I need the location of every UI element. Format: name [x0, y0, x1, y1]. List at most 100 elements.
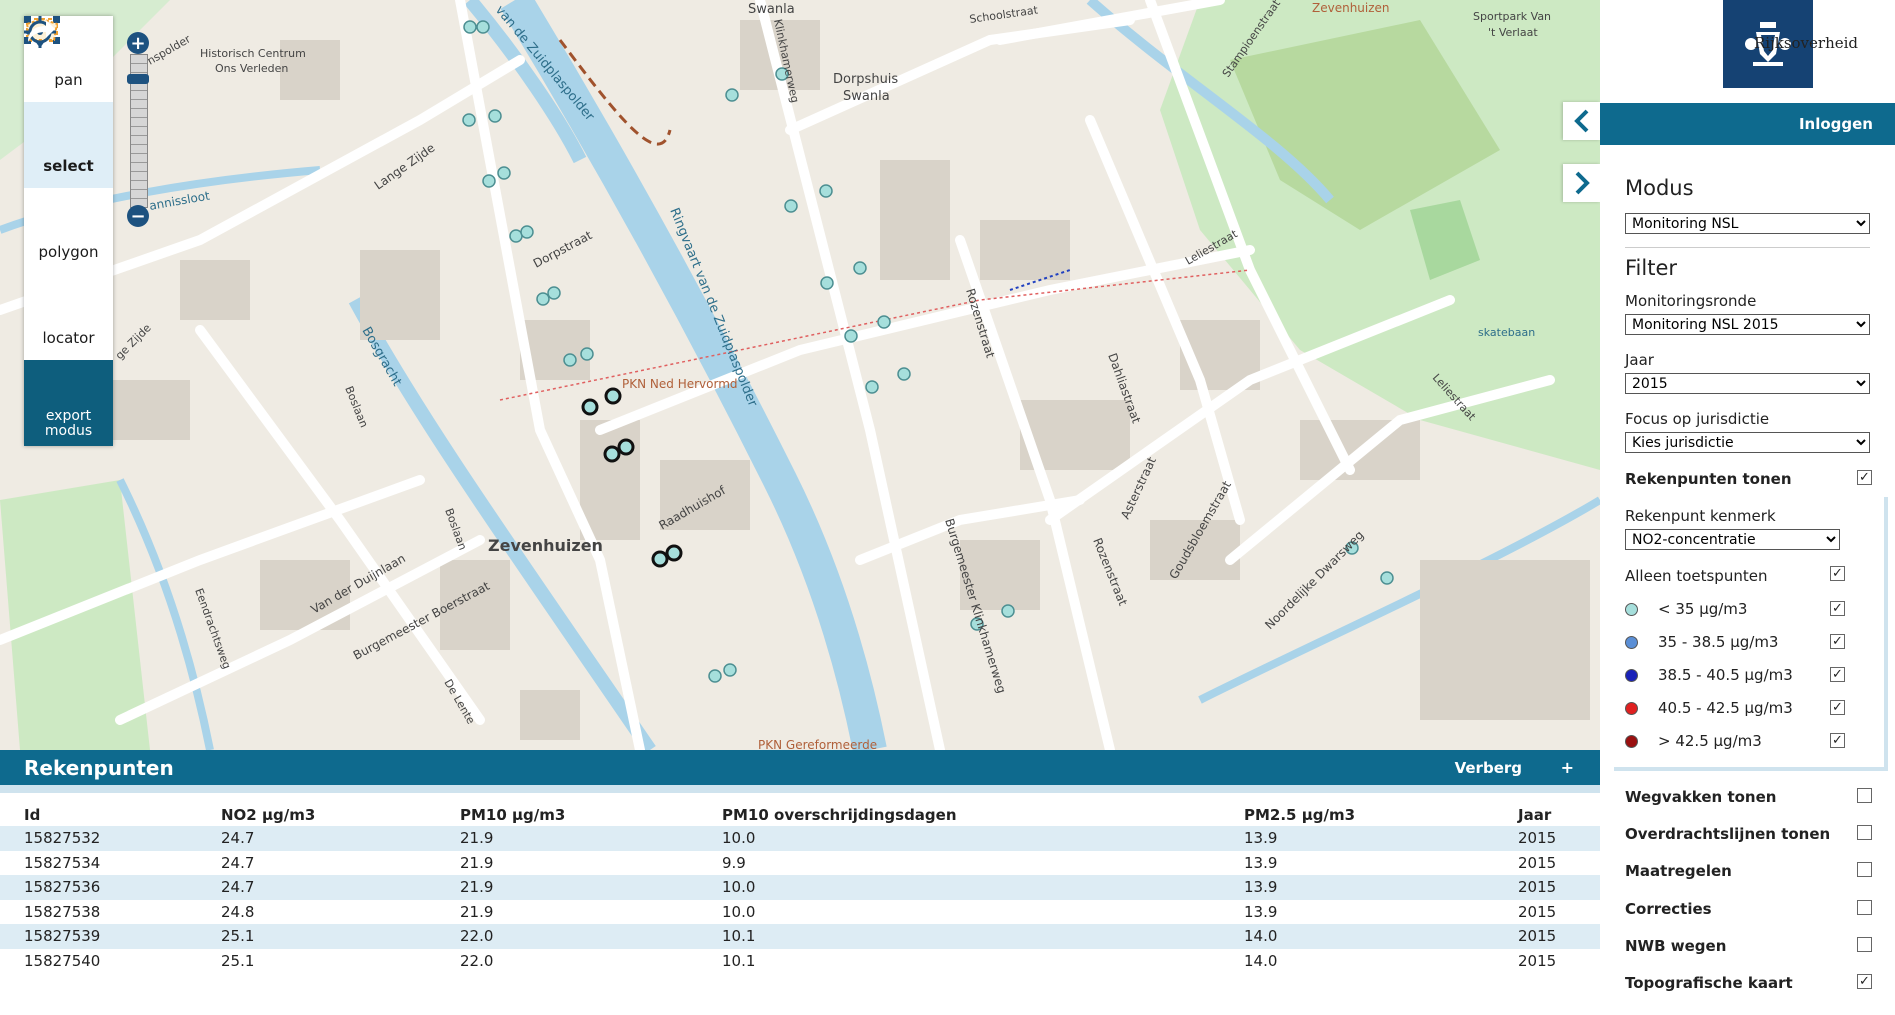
table-cell: 9.9	[722, 853, 746, 872]
results-subbar	[0, 785, 1600, 793]
table-row[interactable]: 15827538 24.8 21.9 10.0 13.9 2015	[0, 900, 1600, 925]
legend-checkbox[interactable]: ✓	[1830, 667, 1845, 682]
table-header-row: Id NO2 µg/m3 PM10 µg/m3 PM10 overschrijd…	[0, 804, 1600, 826]
column-header[interactable]: Jaar	[1494, 804, 1600, 826]
polygon-label: polygon	[38, 243, 99, 261]
layer-checkbox[interactable]	[1857, 825, 1872, 841]
locator-label: locator	[42, 329, 95, 347]
hide-button[interactable]: Verberg	[1455, 759, 1522, 777]
table-cell: 24.7	[197, 826, 436, 851]
svg-text:Boslaan: Boslaan	[342, 384, 370, 429]
polygon-tool[interactable]: polygon	[24, 17, 113, 274]
zoom-out-button[interactable]: −	[127, 205, 149, 227]
table-row[interactable]: 15827539 25.1 22.0 10.1 14.0 2015	[0, 924, 1600, 949]
svg-text:Historisch Centrum: Historisch Centrum	[200, 47, 306, 60]
svg-text:Schoolstraat: Schoolstraat	[969, 3, 1040, 26]
legend-dot	[1625, 636, 1638, 649]
svg-text:nspolder: nspolder	[145, 32, 193, 67]
table-cell: 21.9	[460, 902, 494, 921]
monitoringsronde-select[interactable]: Monitoring NSL 2015	[1625, 314, 1870, 335]
layer-checkbox[interactable]	[1857, 788, 1872, 803]
zoom-in-button[interactable]: +	[127, 32, 149, 54]
select-tool[interactable]: select	[24, 16, 113, 188]
table-row[interactable]: 15827540 25.1 22.0 10.1 14.0 2015	[0, 949, 1600, 974]
svg-text:Eendrachtsweg: Eendrachtsweg	[192, 587, 233, 671]
svg-text:Dorpshuis: Dorpshuis	[833, 72, 898, 87]
sidebar: Rijksoverheid Inloggen Modus Monitoring …	[1600, 0, 1895, 1015]
collapse-left-button[interactable]	[1563, 102, 1600, 140]
locator-tool[interactable]: locator	[24, 16, 113, 360]
table-cell: 24.7	[197, 875, 436, 900]
table-cell: 13.9	[1244, 902, 1278, 921]
table-row[interactable]: 15827534 24.7 21.9 9.9 13.9 2015	[0, 851, 1600, 876]
rekenpunt-kenmerk-select[interactable]: NO2-concentratie	[1625, 529, 1840, 550]
monitoringsronde-label: Monitoringsronde	[1625, 292, 1757, 310]
collapse-right-button[interactable]	[1563, 164, 1600, 202]
map-view[interactable]: Zevenhuizen Zevenhuizen Swanla Dorpshuis…	[0, 0, 1600, 750]
login-button[interactable]: Inloggen	[1600, 103, 1895, 145]
rekenpunten-tonen-checkbox[interactable]: ✓	[1857, 470, 1872, 485]
column-header[interactable]: PM10 µg/m3	[436, 804, 698, 826]
filter-heading: Filter	[1625, 256, 1678, 280]
layer-label: Wegvakken tonen	[1625, 788, 1777, 806]
legend-label: 38.5 - 40.5 µg/m3	[1658, 666, 1793, 684]
layer-label: Maatregelen	[1625, 862, 1732, 881]
export-mode-tool[interactable]: export modus	[24, 20, 113, 446]
layer-label: Overdrachtslijnen tonen	[1625, 825, 1831, 844]
chevron-right-icon	[1575, 171, 1590, 195]
zoom-slider-handle[interactable]	[127, 74, 149, 84]
column-header[interactable]: PM2.5 µg/m3	[1220, 804, 1494, 826]
layer-checkbox[interactable]	[1857, 936, 1872, 952]
map-canvas[interactable]: Zevenhuizen Zevenhuizen Swanla Dorpshuis…	[0, 0, 1600, 750]
jaar-label: Jaar	[1625, 351, 1654, 369]
legend-dot	[1625, 702, 1638, 715]
layer-label: NWB wegen	[1625, 936, 1727, 955]
column-header[interactable]: PM10 overschrijdingsdagen	[698, 804, 1220, 826]
table-row[interactable]: 15827532 24.7 21.9 10.0 13.9 2015	[0, 826, 1600, 851]
table-cell: 10.1	[722, 951, 756, 970]
table-cell: 2015	[1518, 853, 1557, 872]
focus-select[interactable]: Kies jurisdictie	[1625, 432, 1870, 453]
legend-checkbox[interactable]: ✓	[1830, 634, 1845, 649]
layer-checkbox[interactable]	[1857, 899, 1872, 915]
table-cell: 2015	[1518, 951, 1557, 970]
alleen-toetspunten-label: Alleen toetspunten	[1625, 567, 1768, 585]
logo-text: Rijksoverheid	[1754, 34, 1859, 52]
table-cell: 13.9	[1220, 875, 1494, 900]
svg-text:'t Verlaat: 't Verlaat	[1488, 26, 1538, 39]
legend-checkbox[interactable]: ✓	[1830, 700, 1845, 715]
legend-checkbox[interactable]: ✓	[1830, 601, 1845, 616]
svg-text:ge Zijde: ge Zijde	[113, 321, 154, 362]
legend-dot	[1625, 603, 1638, 616]
legend-label: 35 - 38.5 µg/m3	[1658, 633, 1779, 651]
legend-checkbox[interactable]: ✓	[1830, 733, 1845, 748]
focus-label: Focus op jurisdictie	[1625, 410, 1770, 428]
legend-dot	[1625, 669, 1638, 682]
expand-button[interactable]: +	[1561, 758, 1574, 777]
svg-text:Zevenhuizen: Zevenhuizen	[1312, 1, 1390, 15]
layer-checkbox[interactable]	[1857, 862, 1872, 878]
table-cell: 2015	[1518, 902, 1557, 921]
svg-text:Lange Zijde: Lange Zijde	[372, 141, 438, 193]
table-cell: 24.7	[221, 853, 255, 872]
table-cell: 21.9	[436, 875, 698, 900]
table-cell: 25.1	[221, 951, 255, 970]
column-header[interactable]: Id	[0, 804, 197, 826]
layer-checkbox[interactable]: ✓	[1857, 974, 1872, 989]
table-cell: 2015	[1494, 924, 1600, 949]
export-label: export modus	[44, 408, 93, 439]
table-cell: 15827538	[24, 902, 101, 921]
column-header[interactable]: NO2 µg/m3	[197, 804, 436, 826]
modus-select[interactable]: Monitoring NSL	[1625, 213, 1870, 234]
table-cell: 10.0	[722, 902, 756, 921]
svg-text:Swanla: Swanla	[748, 2, 795, 17]
results-title: Rekenpunten	[24, 755, 174, 780]
table-cell: 2015	[1494, 826, 1600, 851]
alleen-toetspunten-checkbox[interactable]: ✓	[1830, 566, 1845, 581]
jaar-select[interactable]: 2015	[1625, 373, 1870, 394]
layer-label: Topografische kaart	[1625, 974, 1793, 992]
table-cell: 10.1	[698, 924, 1220, 949]
table-row[interactable]: 15827536 24.7 21.9 10.0 13.9 2015	[0, 875, 1600, 900]
legend-dot	[1625, 735, 1638, 748]
label-town: Zevenhuizen	[488, 536, 603, 555]
